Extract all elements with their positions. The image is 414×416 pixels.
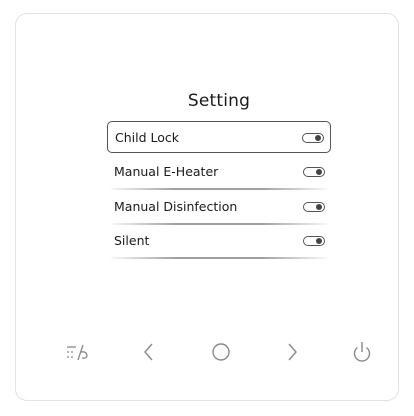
toggle-knob — [316, 238, 322, 244]
setting-item-manual-e-heater[interactable]: Manual E-Heater — [107, 156, 331, 190]
setting-item-silent[interactable]: Silent — [107, 225, 331, 259]
ok-button[interactable] — [205, 336, 237, 368]
setting-item-label: Child Lock — [115, 130, 180, 145]
toggle-knob — [316, 204, 322, 210]
chevron-left-icon — [144, 343, 153, 361]
mode-icon — [67, 344, 88, 361]
setting-item-label: Manual E-Heater — [114, 164, 219, 179]
display-screen: Setting Child Lock Manual E-Heater Manua… — [103, 83, 335, 259]
power-button[interactable] — [346, 336, 378, 368]
power-icon — [353, 342, 371, 362]
setting-item-child-lock[interactable]: Child Lock — [107, 121, 331, 153]
toggle-switch[interactable] — [303, 236, 325, 246]
setting-item-manual-disinfection[interactable]: Manual Disinfection — [107, 191, 331, 225]
row-divider — [111, 257, 327, 259]
toggle-switch[interactable] — [302, 133, 324, 143]
mode-button[interactable] — [62, 336, 94, 368]
row-divider — [111, 188, 327, 190]
toggle-knob — [315, 135, 321, 141]
right-button[interactable] — [276, 336, 308, 368]
toggle-switch[interactable] — [303, 167, 325, 177]
circle-icon — [212, 343, 230, 361]
toggle-switch[interactable] — [303, 202, 325, 212]
chevron-right-icon — [288, 343, 297, 361]
screen-title: Setting — [187, 91, 251, 111]
setting-item-label: Manual Disinfection — [114, 199, 238, 214]
toggle-knob — [316, 169, 322, 175]
setting-item-label: Silent — [114, 233, 150, 248]
left-button[interactable] — [133, 336, 165, 368]
